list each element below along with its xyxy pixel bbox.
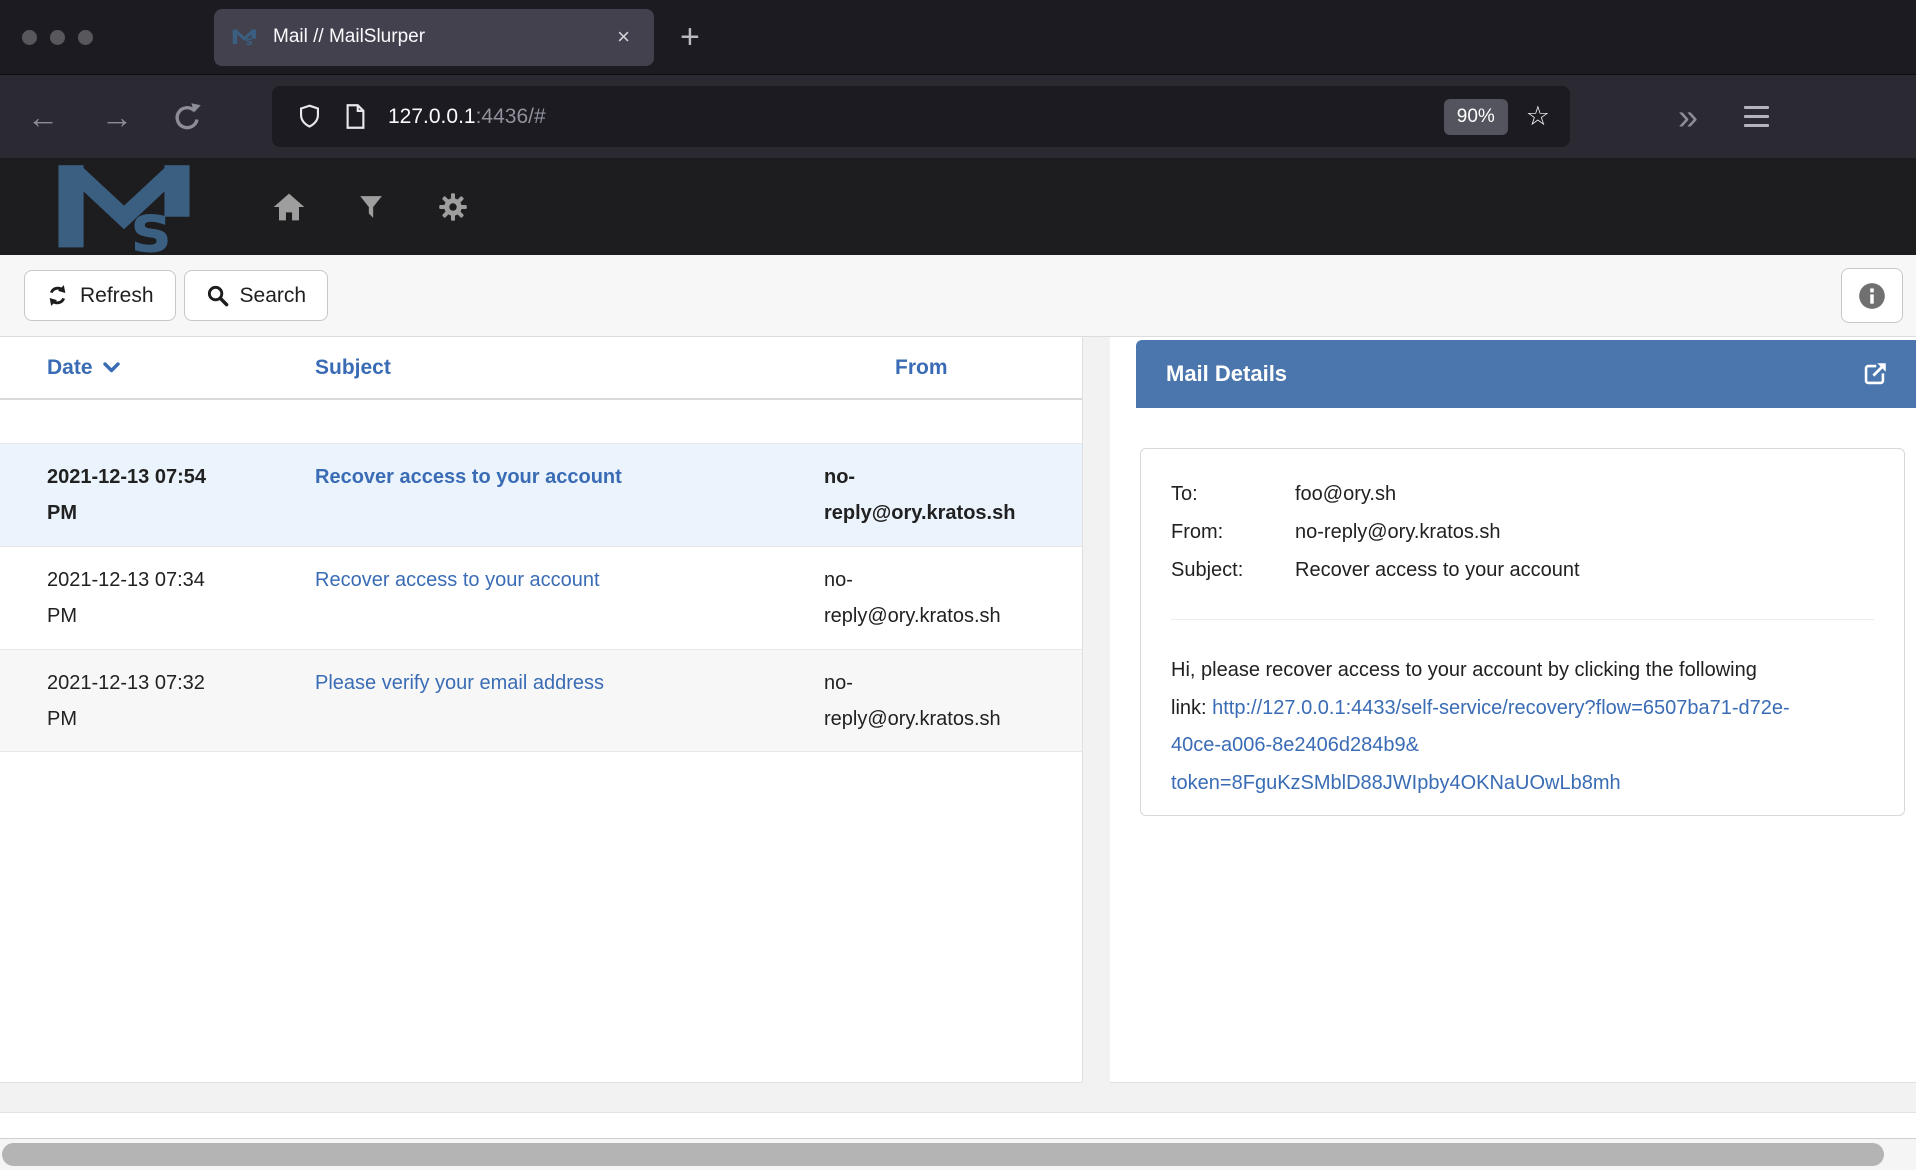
mail-list-panel: Date Subject From 2021-12-13 07:54 PM Re… [0,337,1083,1083]
new-tab-button[interactable]: + [680,20,700,54]
home-icon[interactable] [273,192,305,222]
to-value: foo@ory.sh [1295,475,1874,513]
mail-date: 2021-12-13 07:32 PM [47,665,315,751]
mail-details-panel: Mail Details To: foo@ory.sh From: no-re [1110,337,1916,1083]
mailslurper-logo: s [25,161,230,253]
mail-subject-link[interactable]: Recover access to your account [315,466,622,488]
mail-from: no-reply@ory.kratos.sh [824,562,1029,649]
mail-date: 2021-12-13 07:34 PM [47,562,315,649]
bottom-gray-strip [0,1083,1916,1112]
mail-list-header: Date Subject From [0,337,1082,400]
window-close-dot[interactable] [22,30,37,45]
search-icon [206,284,229,307]
refresh-button[interactable]: Refresh [24,270,176,321]
open-external-icon[interactable] [1861,361,1888,388]
mail-details-card: To: foo@ory.sh From: no-reply@ory.kratos… [1140,448,1905,816]
field-to: To: foo@ory.sh [1171,475,1874,513]
horizontal-scrollbar-thumb[interactable] [2,1143,1884,1166]
main-content: Date Subject From 2021-12-13 07:54 PM Re… [0,337,1916,1170]
url-host: 127.0.0.1 [388,105,476,128]
mail-row-3[interactable]: 2021-12-13 07:32 PM Please verify your e… [0,649,1082,752]
tab-close-icon[interactable]: × [611,22,636,52]
tab-title: Mail // MailSlurper [273,26,611,48]
page-info-icon[interactable] [343,103,368,130]
details-divider [1171,619,1874,620]
svg-text:s: s [131,189,171,252]
sort-descending-icon [103,362,120,373]
bookmark-star-icon[interactable]: ☆ [1526,103,1550,130]
refresh-icon [46,284,69,307]
mail-details-title: Mail Details [1166,361,1861,387]
mail-subject-link[interactable]: Please verify your email address [315,672,604,694]
panel-gutter [1083,337,1110,1083]
info-button[interactable] [1841,268,1903,323]
refresh-button-label: Refresh [80,284,154,308]
toolbar-overflow-icon[interactable]: » [1678,99,1698,135]
shield-icon[interactable] [296,103,323,130]
browser-tab[interactable]: s Mail // MailSlurper × [214,9,654,66]
browser-navbar: ← → 127.0.0.1:4436/# 90% ☆ [0,75,1916,158]
tab-strip: s Mail // MailSlurper × + [0,0,1916,75]
forward-icon[interactable]: → [94,101,140,133]
from-label: From: [1171,513,1295,551]
settings-gear-icon[interactable] [437,192,469,222]
mail-from: no-reply@ory.kratos.sh [824,665,1029,751]
back-icon[interactable]: ← [20,101,66,133]
window-controls[interactable] [22,30,177,45]
mail-body: Hi, please recover access to your accoun… [1171,652,1791,802]
page-toolbar: Refresh Search [0,255,1916,337]
bottom-white-strip [0,1112,1916,1138]
subject-label: Subject: [1171,551,1295,589]
hamburger-menu-icon[interactable] [1744,106,1769,127]
url-path: :4436/# [476,105,546,128]
mail-row-2[interactable]: 2021-12-13 07:34 PM Recover access to yo… [0,546,1082,649]
column-header-from[interactable]: From [895,356,1082,380]
field-from: From: no-reply@ory.kratos.sh [1171,513,1874,551]
window-minimize-dot[interactable] [50,30,65,45]
horizontal-scrollbar[interactable] [0,1138,1916,1170]
app-header: s [0,158,1916,255]
from-value: no-reply@ory.kratos.sh [1295,513,1874,551]
mail-row-1[interactable]: 2021-12-13 07:54 PM Recover access to yo… [0,443,1082,546]
svg-text:s: s [246,34,253,47]
list-header-gap [0,400,1082,443]
mail-details-header: Mail Details [1136,340,1916,408]
filter-icon[interactable] [355,192,387,222]
zoom-level-badge[interactable]: 90% [1444,99,1508,135]
mail-date: 2021-12-13 07:54 PM [47,459,315,546]
subject-value: Recover access to your account [1295,551,1874,589]
mail-subject-link[interactable]: Recover access to your account [315,569,600,591]
field-subject: Subject: Recover access to your account [1171,551,1874,589]
info-icon [1858,282,1886,310]
mailslurper-favicon: s [232,27,258,47]
url-text[interactable]: 127.0.0.1:4436/# [388,105,1444,129]
column-header-subject[interactable]: Subject [315,356,895,380]
window-zoom-dot[interactable] [78,30,93,45]
recovery-link[interactable]: http:​/​/127.0.0.1:4433​/self-service​/r… [1171,697,1790,794]
url-bar[interactable]: 127.0.0.1:4436/# 90% ☆ [272,86,1570,147]
reload-icon[interactable] [164,102,210,132]
search-button[interactable]: Search [184,270,329,321]
mail-from: no-reply@ory.kratos.sh [824,459,1029,546]
browser-window: s Mail // MailSlurper × + ← → [0,0,1916,1170]
search-button-label: Search [240,284,307,308]
to-label: To: [1171,475,1295,513]
column-header-date[interactable]: Date [47,356,315,380]
